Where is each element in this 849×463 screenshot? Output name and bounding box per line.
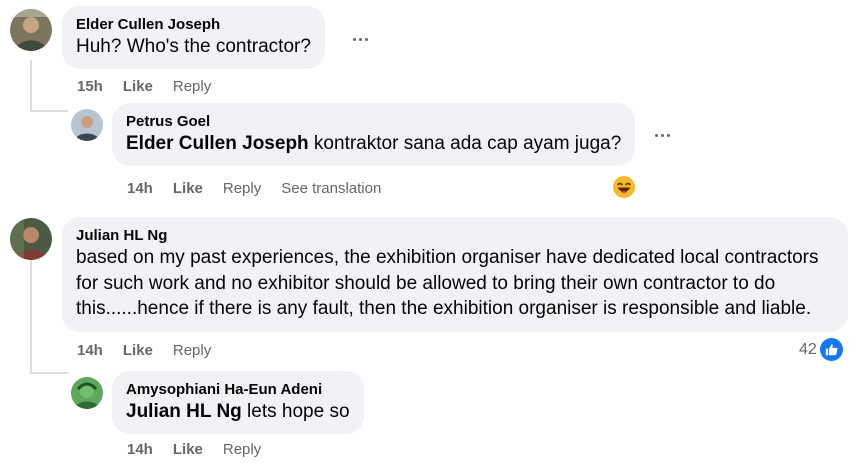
thumbs-up-graphic bbox=[825, 344, 838, 356]
dot bbox=[654, 133, 658, 137]
comment-timestamp[interactable]: 14h bbox=[127, 441, 153, 459]
comment-text: based on my past experiences, the exhibi… bbox=[76, 247, 819, 319]
comment-actions: 14h Like Reply bbox=[127, 441, 261, 459]
laughing-emoji-icon[interactable] bbox=[612, 175, 636, 199]
avatar-image bbox=[10, 218, 52, 260]
dot bbox=[358, 37, 362, 41]
comment-actions: 15h Like Reply bbox=[77, 78, 211, 96]
dot bbox=[666, 133, 670, 137]
like-button[interactable]: Like bbox=[123, 342, 153, 360]
comment-author[interactable]: Julian HL Ng bbox=[76, 226, 834, 245]
comment-body: lets hope so bbox=[241, 401, 350, 422]
avatar-image bbox=[71, 109, 103, 141]
comment-actions: 14h Like Reply See translation bbox=[127, 180, 381, 198]
comment-bubble: Petrus Goel Elder Cullen Joseph kontrakt… bbox=[112, 103, 636, 166]
mention-link[interactable]: Julian HL Ng bbox=[126, 401, 242, 422]
avatar[interactable] bbox=[71, 109, 103, 141]
comment-body: kontraktor sana ada cap ayam juga? bbox=[308, 133, 622, 154]
like-button[interactable]: Like bbox=[173, 441, 203, 459]
comment-author[interactable]: Amysophiani Ha-Eun Adeni bbox=[126, 380, 350, 399]
comment-timestamp[interactable]: 15h bbox=[77, 78, 103, 96]
dot bbox=[660, 133, 664, 137]
dot bbox=[364, 37, 368, 41]
avatar[interactable] bbox=[10, 9, 52, 51]
thread-line bbox=[30, 372, 68, 374]
comment-author[interactable]: Petrus Goel bbox=[126, 112, 621, 131]
comment-timestamp[interactable]: 14h bbox=[127, 180, 153, 198]
like-button[interactable]: Like bbox=[123, 78, 153, 96]
avatar[interactable] bbox=[10, 218, 52, 260]
comment-timestamp[interactable]: 14h bbox=[77, 342, 103, 360]
reaction-summary[interactable]: 42 bbox=[799, 338, 843, 361]
like-button[interactable]: Like bbox=[173, 180, 203, 198]
thread-line bbox=[30, 260, 32, 372]
comment-text: Elder Cullen Joseph kontraktor sana ada … bbox=[126, 131, 621, 156]
mention-link[interactable]: Elder Cullen Joseph bbox=[126, 133, 309, 154]
thread-line bbox=[30, 110, 68, 112]
comment-actions: 14h Like Reply bbox=[77, 342, 211, 360]
see-translation-button[interactable]: See translation bbox=[281, 180, 381, 198]
laughing-emoji-graphic bbox=[613, 176, 635, 198]
thread-line bbox=[30, 60, 32, 112]
more-options-button[interactable] bbox=[648, 125, 676, 145]
thumbs-up-icon bbox=[819, 338, 843, 361]
comment-bubble: Julian HL Ng based on my past experience… bbox=[62, 217, 848, 332]
comment-bubble: Elder Cullen Joseph Huh? Who's the contr… bbox=[62, 6, 325, 69]
reply-button[interactable]: Reply bbox=[223, 441, 261, 459]
avatar[interactable] bbox=[71, 377, 103, 409]
more-options-button[interactable] bbox=[346, 29, 374, 49]
comment-bubble: Amysophiani Ha-Eun Adeni Julian HL Ng le… bbox=[112, 371, 364, 434]
comment-text: Julian HL Ng lets hope so bbox=[126, 399, 350, 424]
reply-button[interactable]: Reply bbox=[173, 78, 211, 96]
reaction-count: 42 bbox=[799, 340, 817, 358]
reply-button[interactable]: Reply bbox=[223, 180, 261, 198]
avatar-image bbox=[10, 9, 52, 51]
reply-button[interactable]: Reply bbox=[173, 342, 211, 360]
comment-author[interactable]: Elder Cullen Joseph bbox=[76, 15, 311, 34]
comment-text: Huh? Who's the contractor? bbox=[76, 36, 311, 57]
dot bbox=[352, 37, 356, 41]
avatar-image bbox=[71, 377, 103, 409]
